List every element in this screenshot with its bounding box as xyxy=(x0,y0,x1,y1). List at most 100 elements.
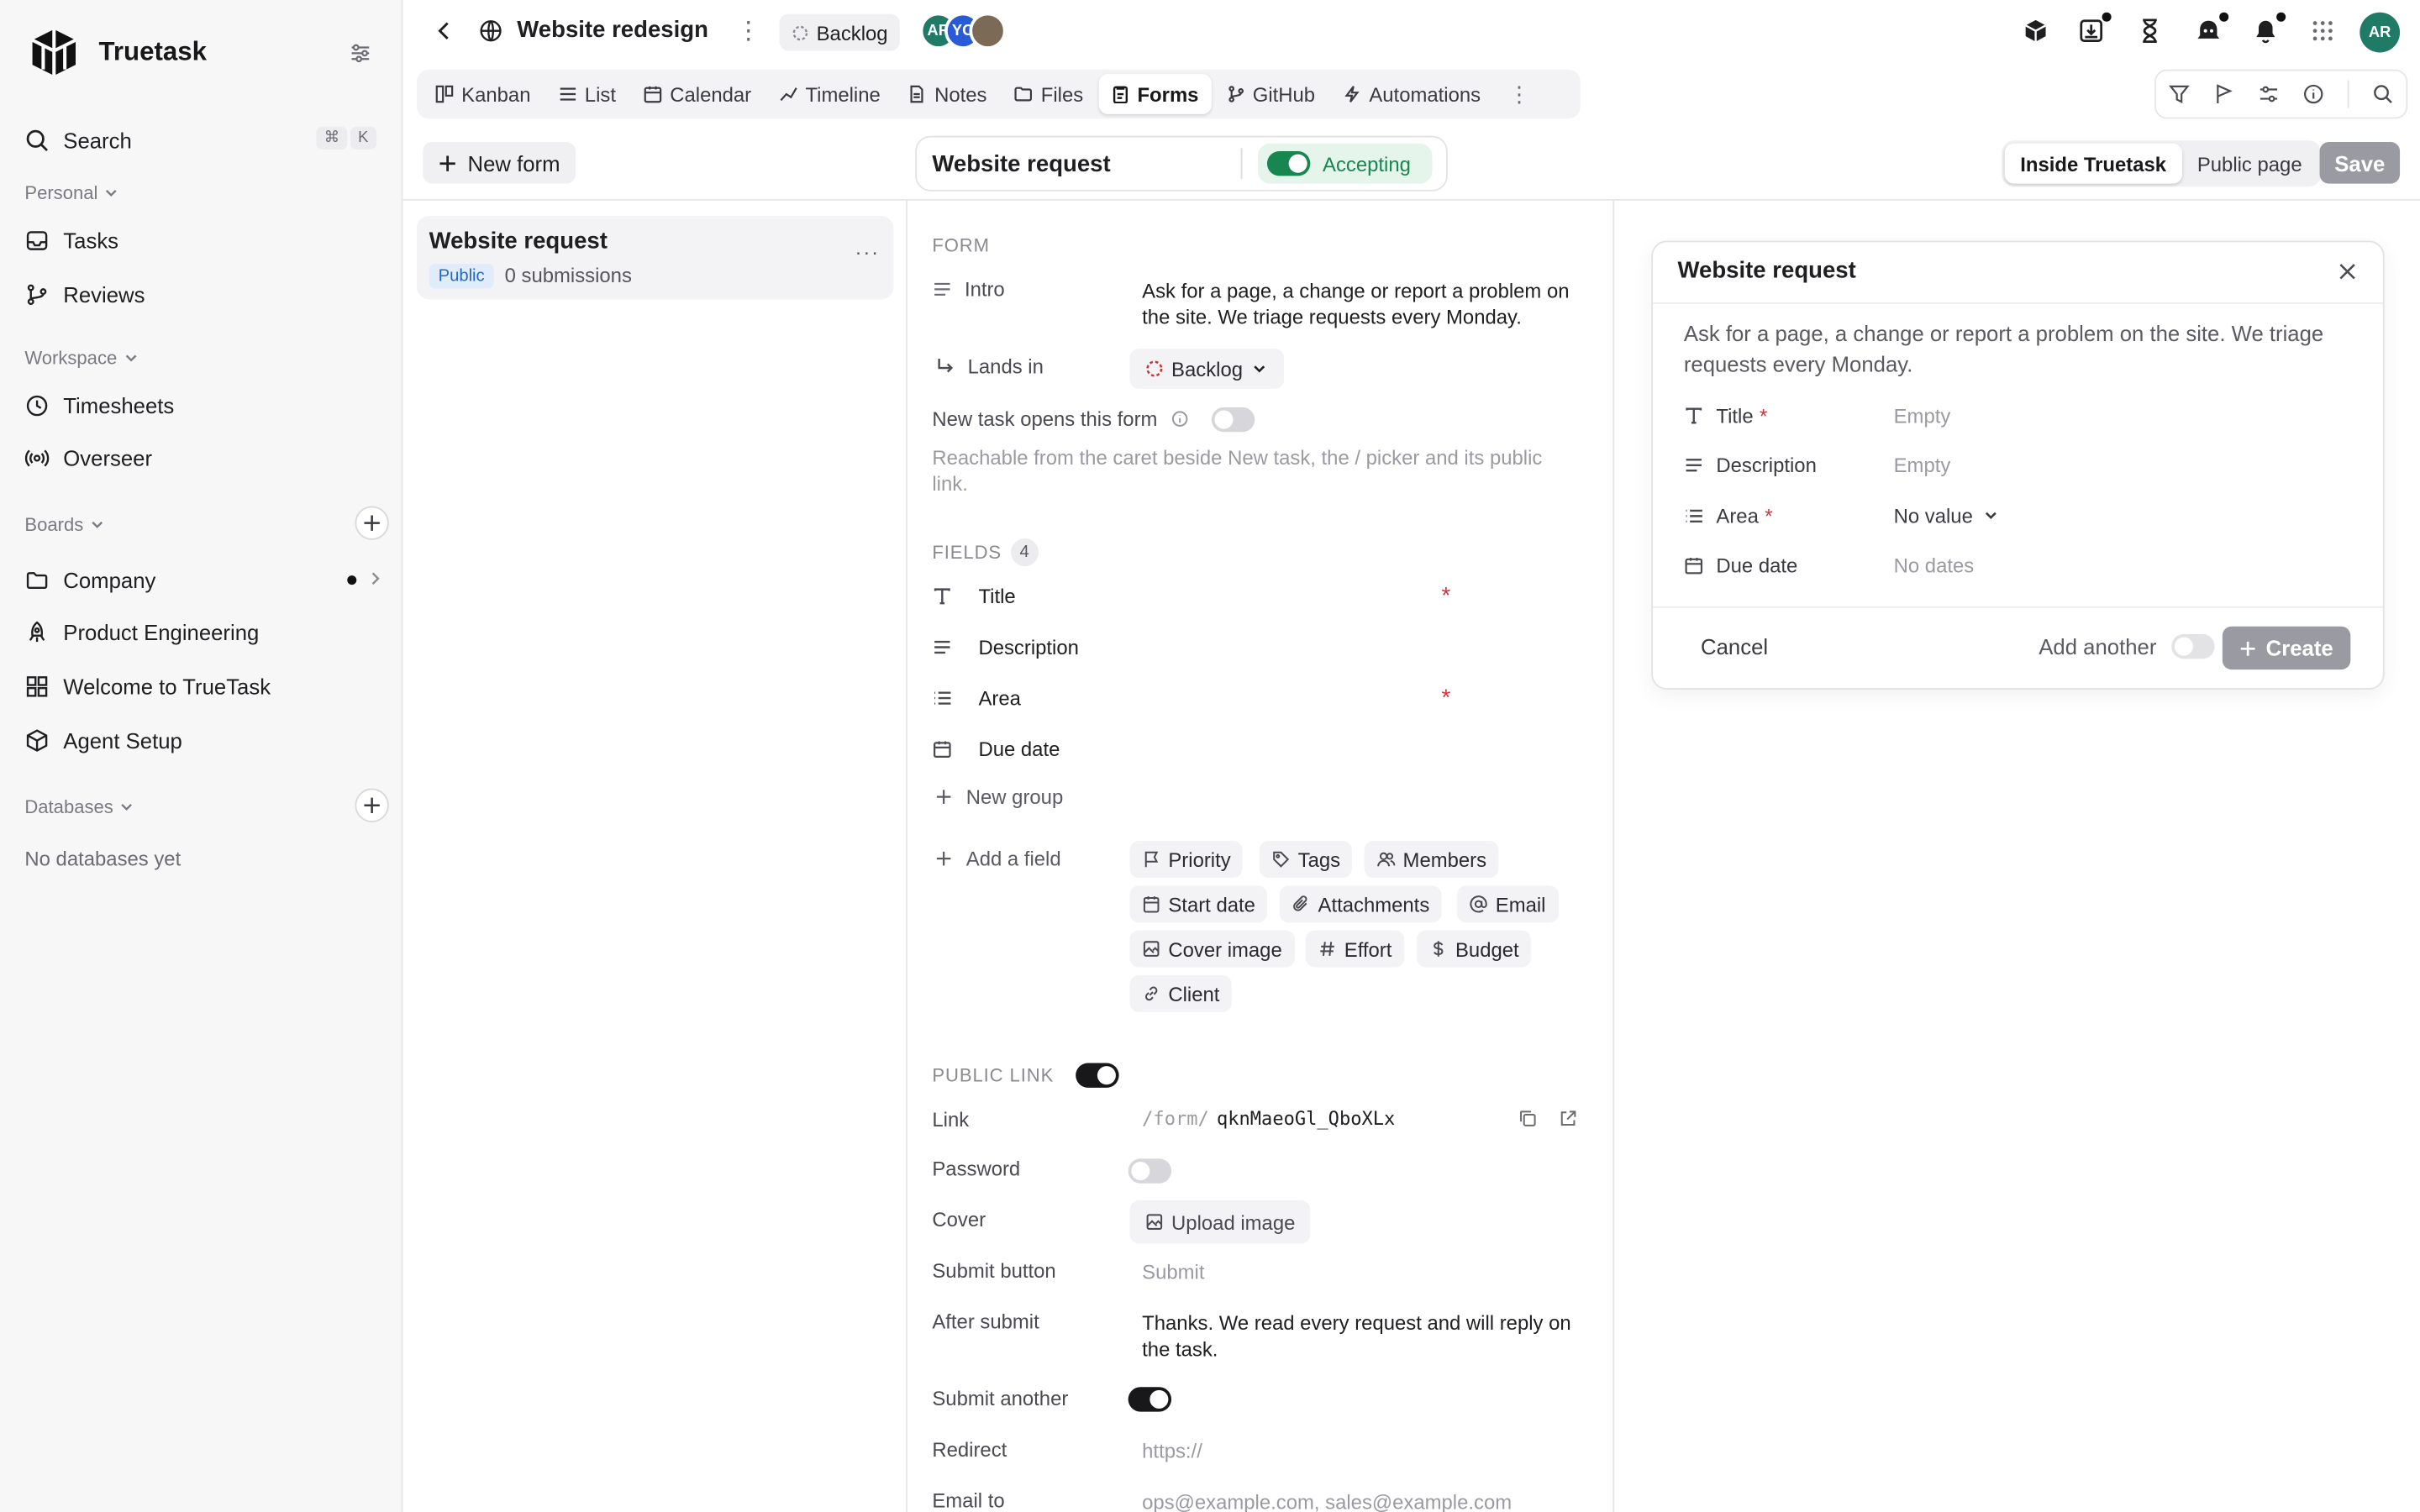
copy-icon[interactable] xyxy=(1518,1110,1537,1128)
filter-icon[interactable] xyxy=(2168,83,2190,105)
password-toggle[interactable] xyxy=(1128,1158,1172,1184)
section-databases[interactable]: Databases xyxy=(24,796,134,817)
email-to-input[interactable]: ops@example.com, sales@example.com xyxy=(1142,1488,1512,1512)
preview-field-description[interactable]: Description Empty xyxy=(1684,449,2332,480)
form-name-input[interactable]: Website request xyxy=(932,150,1240,176)
brand[interactable]: Truetask xyxy=(28,26,207,78)
sliders-icon[interactable] xyxy=(2258,83,2280,105)
sidebar-item-tasks[interactable]: Tasks xyxy=(24,221,382,261)
preview-field-area[interactable]: Area * No value xyxy=(1684,500,2332,531)
add-field-cover-image[interactable]: Cover image xyxy=(1129,930,1295,968)
public-link-toggle[interactable] xyxy=(1075,1063,1119,1088)
create-button[interactable]: Create xyxy=(2222,626,2351,670)
add-field-priority[interactable]: Priority xyxy=(1129,841,1244,879)
add-board-button[interactable] xyxy=(355,506,389,540)
tabs-more-icon[interactable]: ⋮ xyxy=(1508,81,1530,107)
apps-grid-icon[interactable] xyxy=(2309,17,2337,45)
forms-list: Website request Public 0 submissions ··· xyxy=(402,200,908,1512)
new-group-button[interactable]: New group xyxy=(934,785,1063,808)
add-field-members[interactable]: Members xyxy=(1364,841,1499,879)
member-avatars[interactable]: AR YO xyxy=(919,12,1007,50)
tab-notes[interactable]: Notes xyxy=(896,74,999,114)
tab-timeline[interactable]: Timeline xyxy=(767,74,893,114)
back-arrow-icon[interactable] xyxy=(434,20,455,42)
sidebar-settings-icon[interactable] xyxy=(349,42,372,66)
intro-input[interactable]: Ask for a page, a change or report a pro… xyxy=(1142,278,1590,330)
add-field-email[interactable]: Email xyxy=(1456,885,1559,923)
cancel-button[interactable]: Cancel xyxy=(1701,634,1768,659)
add-field-tags[interactable]: Tags xyxy=(1259,841,1353,879)
paragraph-icon xyxy=(934,282,950,296)
download-tray-icon[interactable] xyxy=(2077,12,2112,45)
tab-list[interactable]: List xyxy=(546,74,629,114)
sidebar-item-company[interactable]: Company xyxy=(24,560,382,601)
tab-label: Forms xyxy=(1137,82,1199,106)
form-icon xyxy=(1113,86,1128,104)
new-form-button[interactable]: New form xyxy=(423,141,576,184)
preview-public-button[interactable]: Public page xyxy=(2181,144,2317,184)
agent-icon[interactable] xyxy=(2195,12,2229,45)
sidebar-item-overseer[interactable]: Overseer xyxy=(24,438,382,479)
bell-icon[interactable] xyxy=(2252,12,2286,45)
save-button[interactable]: Save xyxy=(2319,141,2401,184)
link-label: Link xyxy=(932,1107,970,1131)
external-link-icon[interactable] xyxy=(1559,1110,1577,1128)
info-icon[interactable] xyxy=(2302,83,2324,105)
add-field-client[interactable]: Client xyxy=(1129,974,1233,1012)
field-row-area[interactable]: Area * xyxy=(932,680,1450,714)
kanban-icon xyxy=(435,85,454,103)
submit-another-toggle[interactable] xyxy=(1128,1387,1172,1412)
section-boards[interactable]: Boards xyxy=(24,514,105,535)
add-database-button[interactable] xyxy=(355,788,389,822)
form-list-item[interactable]: Website request Public 0 submissions ··· xyxy=(416,216,894,300)
search-icon[interactable] xyxy=(2373,83,2395,105)
hourglass-icon[interactable] xyxy=(2136,17,2164,45)
field-row-description[interactable]: Description xyxy=(932,629,1441,663)
redirect-input[interactable]: https:// xyxy=(1142,1438,1202,1464)
add-field-effort[interactable]: Effort xyxy=(1305,930,1405,968)
more-icon[interactable]: ··· xyxy=(855,241,880,265)
submit-button-input[interactable]: Submit xyxy=(1142,1259,1204,1285)
sidebar-item-agent-setup[interactable]: Agent Setup xyxy=(24,721,382,761)
field-row-title[interactable]: Title * xyxy=(932,579,1450,612)
project-menu-icon[interactable]: ⋮ xyxy=(736,15,760,46)
preview-field-title[interactable]: Title * Empty xyxy=(1684,400,2332,431)
section-personal[interactable]: Personal xyxy=(24,182,119,203)
tab-github[interactable]: GitHub xyxy=(1214,74,1328,114)
section-workspace[interactable]: Workspace xyxy=(24,347,139,369)
tab-label: List xyxy=(584,82,616,106)
chip-label: Priority xyxy=(1168,848,1231,871)
add-field-budget[interactable]: Budget xyxy=(1417,930,1532,968)
chevron-right-icon[interactable] xyxy=(366,570,384,588)
project-title[interactable]: Website redesign xyxy=(517,17,708,43)
preview-inside-button[interactable]: Inside Truetask xyxy=(2004,143,2182,184)
user-avatar[interactable]: AR xyxy=(2360,12,2401,53)
tab-forms[interactable]: Forms xyxy=(1098,74,1212,114)
info-icon[interactable] xyxy=(1170,409,1190,429)
sidebar-item-timesheets[interactable]: Timesheets xyxy=(24,386,382,426)
new-task-toggle[interactable] xyxy=(1211,407,1255,433)
add-another-toggle[interactable]: Add another xyxy=(2039,633,2216,659)
public-link-value[interactable]: /form/ qknMaeoGl_QboXLx xyxy=(1142,1108,1395,1130)
status-badge[interactable]: Backlog xyxy=(779,13,901,51)
flag-icon[interactable] xyxy=(2212,83,2234,105)
tab-automations[interactable]: Automations xyxy=(1330,74,1492,114)
sidebar-item-welcome[interactable]: Welcome to TrueTask xyxy=(24,666,382,706)
sidebar-item-product-engineering[interactable]: Product Engineering xyxy=(24,612,382,653)
close-icon[interactable] xyxy=(2337,260,2359,282)
add-field-start-date[interactable]: Start date xyxy=(1129,885,1268,923)
after-submit-input[interactable]: Thanks. We read every request and will r… xyxy=(1142,1310,1590,1362)
add-field-attachments[interactable]: Attachments xyxy=(1279,885,1442,923)
tab-files[interactable]: Files xyxy=(1002,74,1096,114)
tab-kanban[interactable]: Kanban xyxy=(423,74,543,114)
sidebar-item-reviews[interactable]: Reviews xyxy=(24,275,382,315)
upload-image-button[interactable]: Upload image xyxy=(1129,1200,1311,1244)
preview-field-due-date[interactable]: Due date No dates xyxy=(1684,549,2332,580)
box-icon[interactable] xyxy=(2022,17,2049,45)
search-item[interactable]: Search ⌘ K xyxy=(24,120,382,160)
accepting-toggle[interactable]: Accepting xyxy=(1257,143,1433,184)
tab-calendar[interactable]: Calendar xyxy=(631,74,764,114)
area-select[interactable]: No value xyxy=(1894,504,2001,527)
lands-in-select[interactable]: Backlog xyxy=(1129,349,1285,389)
field-row-due-date[interactable]: Due date xyxy=(932,732,1441,765)
